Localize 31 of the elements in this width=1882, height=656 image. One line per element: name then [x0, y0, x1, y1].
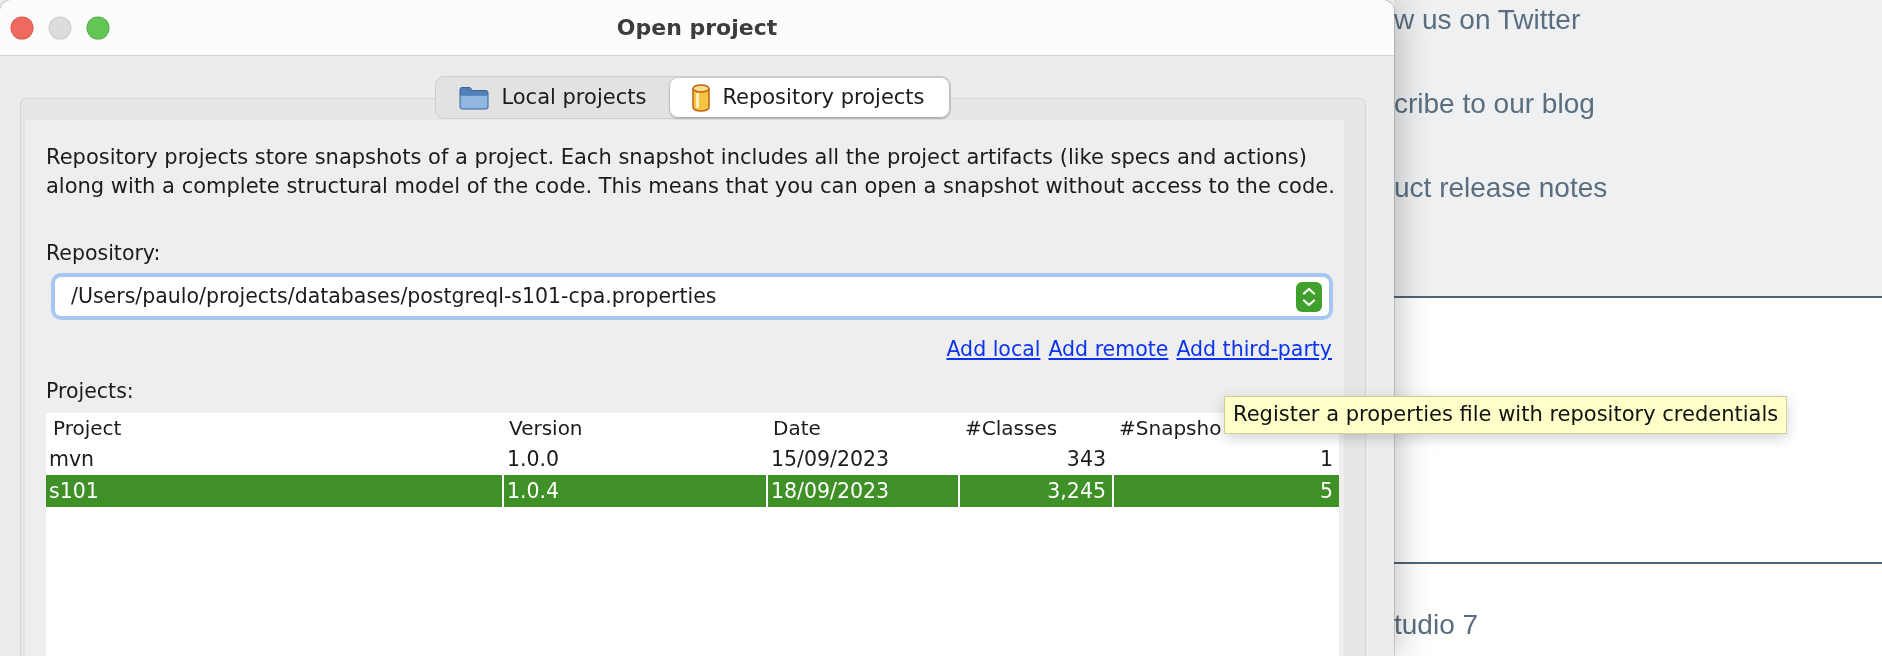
zoom-icon[interactable] [86, 15, 110, 40]
repository-dropdown[interactable]: /Users/paulo/projects/databases/postgreql-s101-cpa.properties [54, 276, 1330, 317]
stepper-icon[interactable] [1296, 281, 1322, 312]
page-link[interactable]: w us on Twitter [1394, 3, 1581, 36]
column-header[interactable]: #Classes [958, 413, 1112, 443]
column-header[interactable]: Project [46, 413, 502, 443]
table-cell: 1.0.4 [502, 475, 766, 507]
description-text: Repository projects store snapshots of a project. Each snapshot includes all the project artifacts (like specs and actions) along with a complete structural model of the code. This means that you can open a snapshot without access to the code. [46, 144, 1336, 200]
section-label: Projects: [46, 378, 135, 404]
folder-icon [459, 85, 490, 110]
cylinder-icon [692, 83, 711, 112]
table-cell: 18/09/2023 [766, 475, 958, 507]
table-cell-text: s101 [48, 477, 100, 505]
add-repository-link[interactable]: Add third-party [1176, 336, 1332, 362]
column-header[interactable]: Date [766, 413, 958, 443]
tooltip: Register a properties file with repository credentials [1224, 396, 1788, 434]
page-link[interactable]: cribe to our blog [1394, 87, 1595, 120]
page-link[interactable]: uct release notes [1394, 171, 1608, 204]
tab[interactable]: Local projects [437, 78, 671, 117]
add-repository-link[interactable]: Add local [946, 336, 1041, 362]
table-cell: 3,245 [958, 475, 1112, 507]
field-label: Repository: [46, 240, 162, 267]
table-cell: 5 [1112, 475, 1339, 507]
tab[interactable]: Repository projects [670, 78, 949, 117]
add-repository-link[interactable]: Add remote [1048, 336, 1169, 362]
section-heading: tudio 7 [1394, 608, 1479, 641]
close-icon[interactable] [10, 15, 34, 40]
table-row[interactable]: s101 1.0.4 18/09/2023 3,245 5 [46, 475, 1339, 507]
table-cell-text: mvn [48, 445, 96, 473]
window-title: Open project [616, 14, 778, 42]
column-header[interactable]: Version [502, 413, 766, 443]
